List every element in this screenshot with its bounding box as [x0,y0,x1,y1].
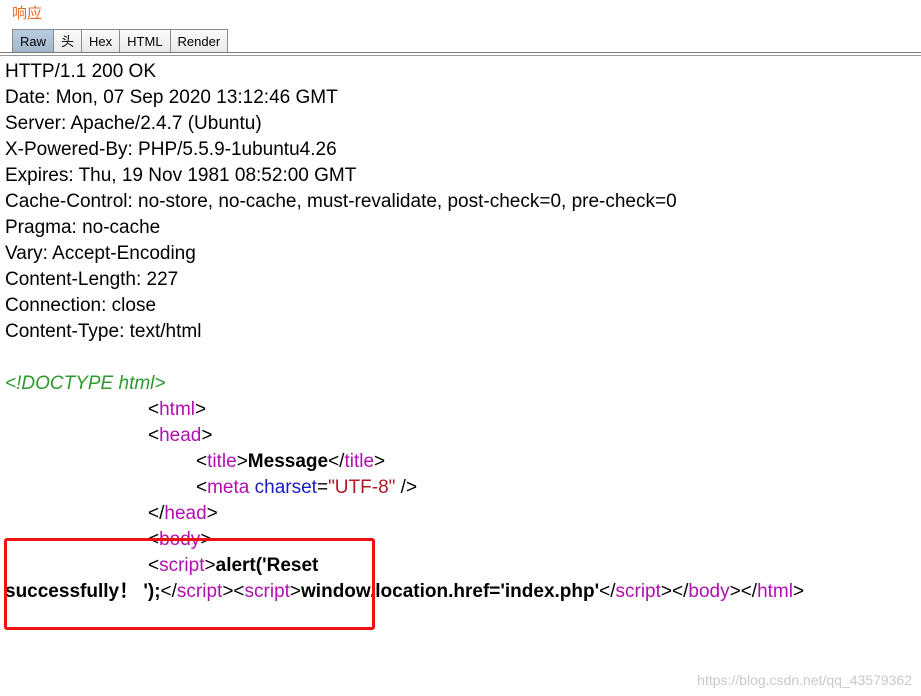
script2-tag-open: script [244,581,290,602]
script2-tag-close: script [615,581,661,602]
title-line: <title>Message</title> [196,451,386,472]
tab-render[interactable]: Render [169,29,229,52]
watermark-text: https://blog.csdn.net/qq_43579362 [697,672,912,688]
header-content-length: Content-Length: 227 [5,269,179,290]
response-view-tabs: Raw 头 Hex HTML Render [12,29,229,53]
html-open-line: <html> [148,399,207,420]
header-x-powered-by: X-Powered-By: PHP/5.5.9-1ubuntu4.26 [5,139,337,160]
tab-divider-secondary [0,55,921,56]
header-connection: Connection: close [5,295,157,316]
head-tag: head [159,425,202,446]
header-vary: Vary: Accept-Encoding [5,243,196,264]
tab-headers[interactable]: 头 [53,29,83,52]
body-tag: body [159,529,201,550]
doctype-line: <!DOCTYPE html> [5,371,921,397]
body-open-line: <body> [148,529,212,550]
redirect-script-text: window.location.href='index.php' [301,581,600,602]
doctype: <!DOCTYPE html> [5,373,166,394]
title-text: Message [247,451,329,472]
tab-hex[interactable]: Hex [81,29,121,52]
head-tag-close: head [164,503,207,524]
header-expires: Expires: Thu, 19 Nov 1981 08:52:00 GMT [5,165,357,186]
header-content-type: Content-Type: text/html [5,321,202,342]
title-tag-close: title [344,451,375,472]
response-panel-title: 响应 [12,4,43,22]
alert-text-part2: successfully！ '); [5,581,161,602]
header-date: Date: Mon, 07 Sep 2020 13:12:46 GMT [5,87,338,108]
script-open-line: <script>alert('Reset [148,555,319,576]
html-tag: html [159,399,196,420]
header-server: Server: Apache/2.4.7 (Ubuntu) [5,113,262,134]
meta-line: <meta charset="UTF-8" /> [196,477,418,498]
head-open-line: <head> [148,425,213,446]
header-cache-control: Cache-Control: no-store, no-cache, must-… [5,191,677,212]
tab-html[interactable]: HTML [119,29,171,52]
script-close-line: successfully！ ');</script><script>window… [5,581,805,602]
script-tag-open: script [159,555,205,576]
tab-raw[interactable]: Raw [12,29,55,52]
alert-text-part1: alert('Reset [215,555,319,576]
title-tag-open: title [207,451,237,472]
header-pragma: Pragma: no-cache [5,217,161,238]
body-tag-close: body [688,581,730,602]
meta-attr: charset [254,477,317,498]
meta-value: "UTF-8" [328,477,396,498]
status-line: HTTP/1.1 200 OK [5,61,157,82]
tab-divider [0,52,921,53]
raw-response-text[interactable]: HTTP/1.1 200 OK Date: Mon, 07 Sep 2020 1… [5,59,921,696]
script-tag-close: script [176,581,223,602]
html-tag-close: html [757,581,793,602]
meta-tag: meta [207,477,250,498]
head-close-line: </head> [148,503,218,524]
